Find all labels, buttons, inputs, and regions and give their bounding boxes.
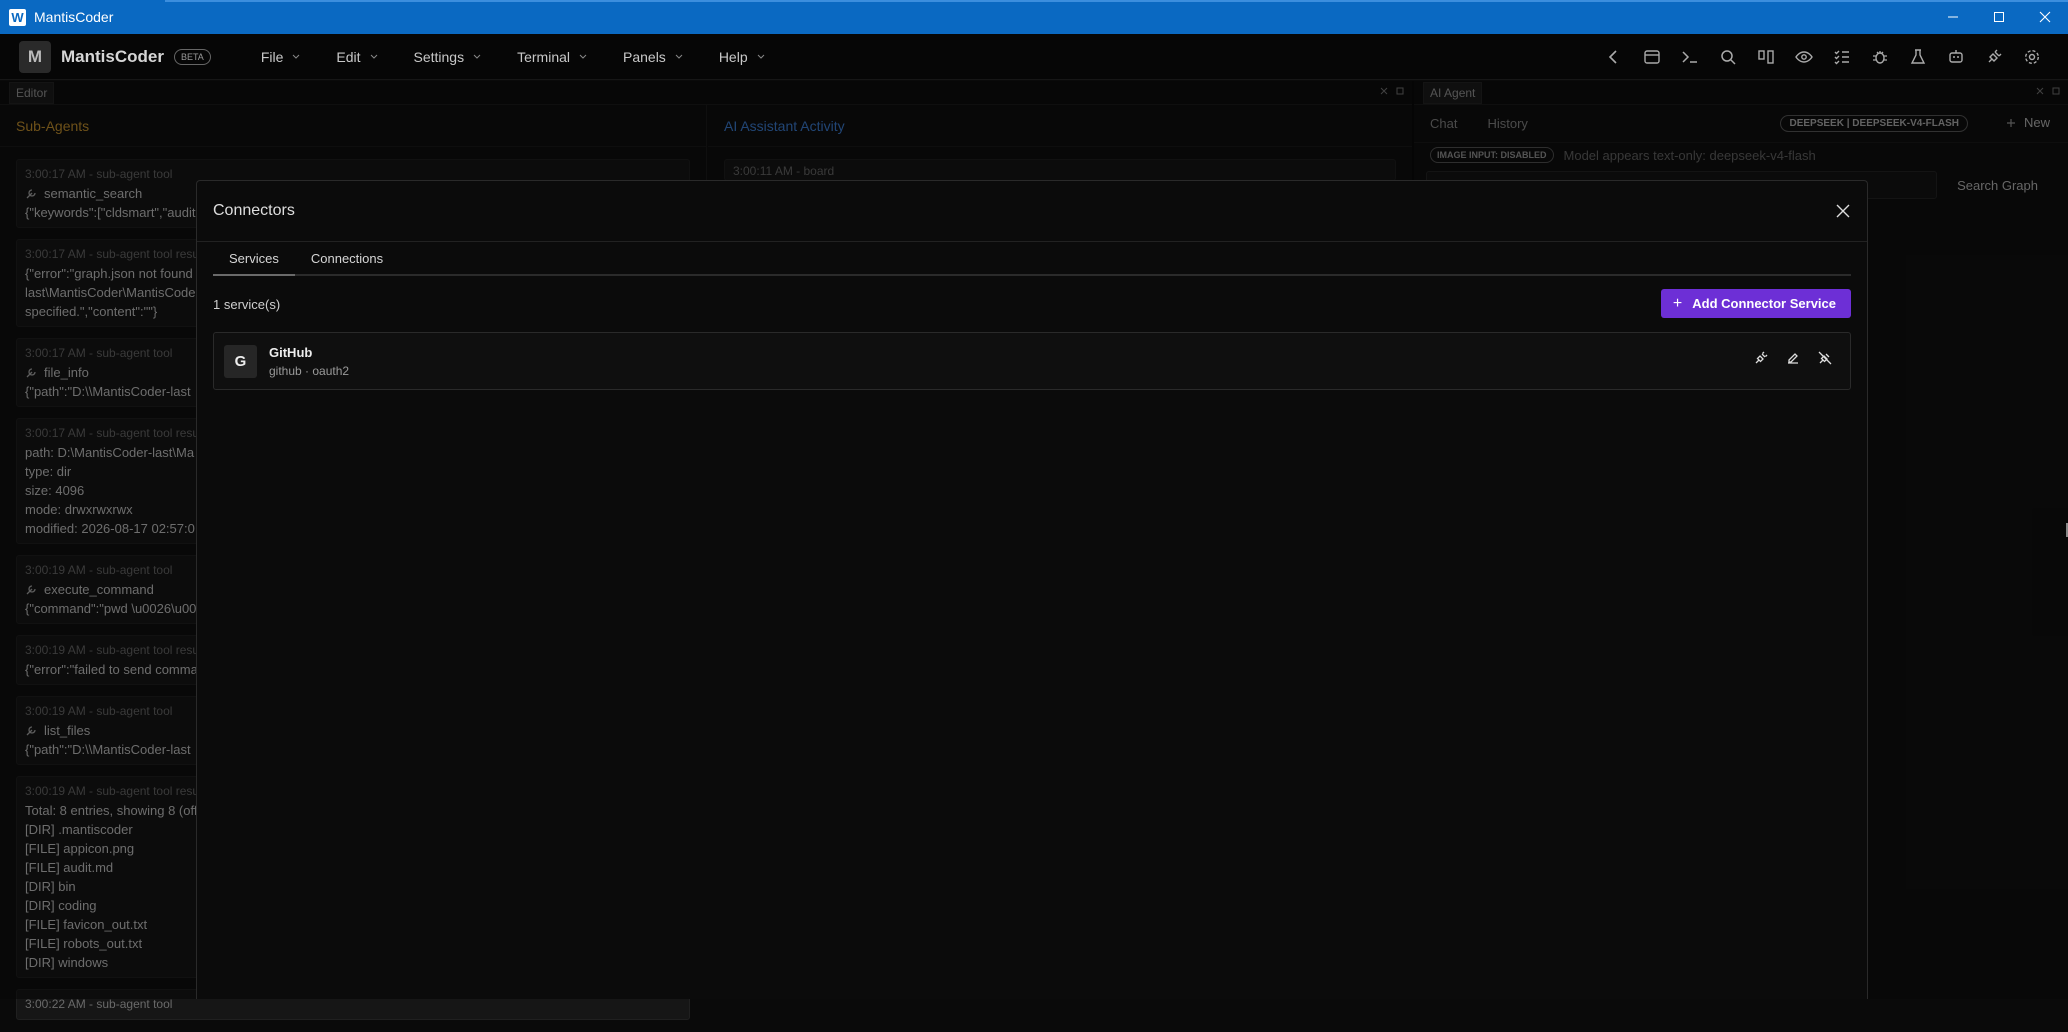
- plug-icon: [1985, 48, 2003, 66]
- connectors-button[interactable]: [1982, 45, 2006, 69]
- service-avatar: G: [224, 345, 257, 378]
- git-compare-icon: [1757, 48, 1775, 66]
- edit-service-button[interactable]: [1784, 349, 1802, 367]
- git-compare-button[interactable]: [1754, 45, 1778, 69]
- menu-panels[interactable]: Panels: [605, 34, 701, 80]
- flask-icon: [1909, 48, 1927, 66]
- chevron-down-icon: [579, 54, 587, 59]
- preview-button[interactable]: [1792, 45, 1816, 69]
- close-icon: [2039, 11, 2051, 23]
- bug-icon: [1871, 48, 1889, 66]
- minimize-button[interactable]: [1930, 0, 1976, 34]
- search-button[interactable]: [1716, 45, 1740, 69]
- menu-label: Edit: [336, 49, 360, 65]
- search-icon: [1719, 48, 1737, 66]
- robot-icon: [1947, 48, 1965, 66]
- chevron-down-icon: [757, 54, 765, 59]
- beta-badge: BETA: [174, 49, 211, 65]
- service-item-github[interactable]: G GitHub github · oauth2: [213, 332, 1851, 390]
- maximize-button[interactable]: [1976, 0, 2022, 34]
- back-button[interactable]: [1602, 45, 1626, 69]
- titlebar-accent-strip: [165, 0, 2068, 2]
- app-icon: W: [9, 9, 26, 26]
- settings-button[interactable]: [2020, 45, 2044, 69]
- chevron-down-icon: [473, 54, 481, 59]
- close-icon: [1836, 204, 1850, 218]
- service-count: 1 service(s): [213, 297, 280, 312]
- chevron-left-icon: [1605, 48, 1623, 66]
- connectors-dialog: Connectors Services Connections 1 servic…: [196, 180, 1868, 999]
- menu-file[interactable]: File: [243, 34, 319, 80]
- plug-off-icon: [1818, 351, 1832, 365]
- menu-label: File: [261, 49, 284, 65]
- checklist-icon: [1833, 48, 1851, 66]
- service-subtitle: github · oauth2: [269, 364, 349, 378]
- menu-label: Panels: [623, 49, 666, 65]
- plug-icon: [1754, 351, 1768, 365]
- test-button[interactable]: [1906, 45, 1930, 69]
- window-titlebar: W MantisCoder: [0, 0, 2068, 34]
- dialog-tabs: Services Connections: [213, 242, 1851, 276]
- services-toolbar: 1 service(s) + Add Connector Service: [197, 276, 1867, 332]
- window-icon: [1643, 48, 1661, 66]
- dialog-header: Connectors: [197, 181, 1867, 242]
- tab-connections[interactable]: Connections: [295, 251, 399, 274]
- menu-edit[interactable]: Edit: [318, 34, 395, 80]
- add-connector-label: Add Connector Service: [1692, 296, 1836, 311]
- plus-icon: +: [1673, 295, 1682, 313]
- add-connector-service-button[interactable]: + Add Connector Service: [1661, 289, 1851, 318]
- menu-label: Help: [719, 49, 748, 65]
- app-logo: M: [19, 41, 51, 73]
- window-button[interactable]: [1640, 45, 1664, 69]
- menu-label: Terminal: [517, 49, 570, 65]
- minimize-icon: [1947, 11, 1959, 23]
- app-menubar: M MantisCoder BETA File Edit Settings Te…: [0, 34, 2068, 80]
- eye-icon: [1795, 48, 1813, 66]
- debug-button[interactable]: [1868, 45, 1892, 69]
- close-window-button[interactable]: [2022, 0, 2068, 34]
- terminal-icon: [1681, 48, 1699, 66]
- maximize-icon: [1993, 11, 2005, 23]
- agent-button[interactable]: [1944, 45, 1968, 69]
- menu-help[interactable]: Help: [701, 34, 783, 80]
- tab-services[interactable]: Services: [213, 251, 295, 276]
- window-title: MantisCoder: [34, 9, 113, 25]
- menu-label: Settings: [414, 49, 465, 65]
- menu-terminal[interactable]: Terminal: [499, 34, 605, 80]
- tasks-button[interactable]: [1830, 45, 1854, 69]
- chevron-down-icon: [292, 54, 300, 59]
- edit-icon: [1786, 351, 1800, 365]
- brand-name: MantisCoder: [61, 47, 164, 67]
- terminal-button[interactable]: [1678, 45, 1702, 69]
- menu-settings[interactable]: Settings: [396, 34, 500, 80]
- dialog-title: Connectors: [213, 202, 295, 220]
- chevron-down-icon: [675, 54, 683, 59]
- chevron-down-icon: [370, 54, 378, 59]
- connect-service-button[interactable]: [1752, 349, 1770, 367]
- gear-icon: [2023, 48, 2041, 66]
- dialog-close-button[interactable]: [1833, 201, 1853, 221]
- service-name: GitHub: [269, 345, 349, 360]
- disconnect-service-button[interactable]: [1816, 349, 1834, 367]
